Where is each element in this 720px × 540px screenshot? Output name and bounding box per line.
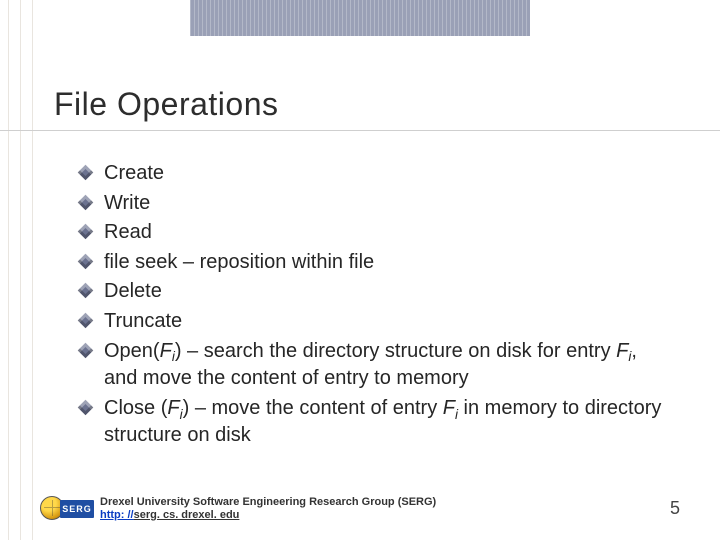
list-item: Truncate — [80, 308, 672, 336]
diamond-bullet-icon — [78, 313, 94, 329]
footer-left: SERG Drexel University Software Engineer… — [40, 496, 436, 522]
list-item-text: file seek – reposition within file — [104, 251, 374, 273]
list-item: Open(Fi) – search the directory structur… — [80, 338, 672, 393]
list-item-text: Read — [104, 221, 152, 243]
diamond-bullet-icon — [78, 254, 94, 270]
slide-title: File Operations — [54, 86, 278, 123]
footer-text: Drexel University Software Engineering R… — [100, 496, 436, 522]
serg-logo-label: SERG — [60, 500, 94, 518]
slide-footer: SERG Drexel University Software Engineer… — [40, 496, 680, 522]
footer-link-rest[interactable]: serg. cs. drexel. edu — [134, 509, 240, 521]
list-item-text: Truncate — [104, 310, 182, 332]
list-item: file seek – reposition within file — [80, 249, 672, 277]
footer-link-prefix[interactable]: http: // — [100, 509, 134, 521]
list-item-text: Open(Fi) – search the directory structur… — [104, 340, 637, 390]
list-item-text: Create — [104, 162, 164, 184]
list-item-text: Delete — [104, 280, 162, 302]
bullet-list: Create Write Read file seek – reposition… — [80, 160, 672, 452]
notebook-margin-rules — [0, 0, 60, 540]
diamond-bullet-icon — [78, 342, 94, 358]
title-underline — [0, 130, 720, 131]
serg-logo: SERG — [40, 496, 90, 522]
diamond-bullet-icon — [78, 165, 94, 181]
list-item-text: Close (Fi) – move the content of entry F… — [104, 397, 661, 447]
list-item: Create — [80, 160, 672, 188]
diamond-bullet-icon — [78, 283, 94, 299]
list-item: Delete — [80, 278, 672, 306]
diamond-bullet-icon — [78, 224, 94, 240]
page-number: 5 — [670, 498, 680, 519]
list-item-text: Write — [104, 192, 150, 214]
diamond-bullet-icon — [78, 194, 94, 210]
diamond-bullet-icon — [78, 399, 94, 415]
header-decorative-bar — [190, 0, 530, 36]
list-item: Read — [80, 219, 672, 247]
footer-org-line: Drexel University Software Engineering R… — [100, 496, 436, 509]
list-item: Write — [80, 190, 672, 218]
footer-link[interactable]: http: //serg. cs. drexel. edu — [100, 509, 436, 522]
list-item: Close (Fi) – move the content of entry F… — [80, 395, 672, 450]
